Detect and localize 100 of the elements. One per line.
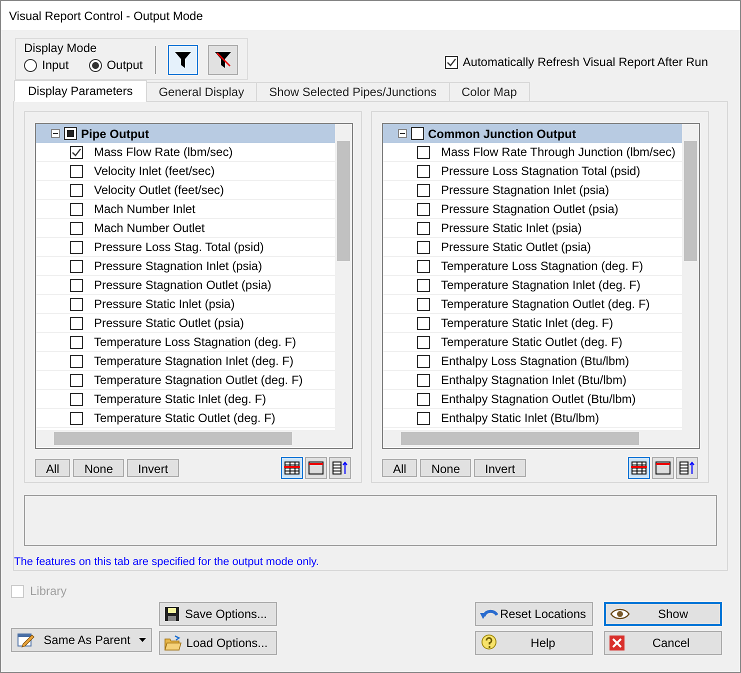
action-button[interactable]: All <box>35 459 70 477</box>
action-button[interactable]: All <box>382 459 418 477</box>
reset-locations-button[interactable]: Reset Locations <box>475 602 593 626</box>
undo-arrow-icon <box>480 607 498 621</box>
load-options-button[interactable]: Load Options... <box>159 631 277 655</box>
tab[interactable]: General Display <box>146 82 258 102</box>
checkbox[interactable] <box>417 392 430 406</box>
checkbox[interactable] <box>70 278 83 292</box>
checkbox[interactable] <box>417 202 430 216</box>
tree-item-label: Temperature Static Outlet (deg. F) <box>441 334 622 351</box>
action-button[interactable]: None <box>420 459 472 477</box>
table-header-icon <box>655 461 671 475</box>
radio-button[interactable] <box>24 58 37 72</box>
tab[interactable]: Color Map <box>448 82 530 102</box>
checkbox[interactable] <box>417 164 430 178</box>
toolbar-button[interactable] <box>676 457 698 479</box>
checkbox[interactable] <box>417 298 430 310</box>
checkbox[interactable] <box>444 56 458 68</box>
checkbox[interactable] <box>417 374 430 386</box>
tree-item-label: Temperature Static Outlet (deg. F) <box>94 410 276 427</box>
checkbox[interactable] <box>70 316 83 330</box>
checkbox-label: Library <box>30 583 67 600</box>
sort-up-icon <box>332 461 348 475</box>
tree-item-label: Pressure Static Outlet (psia) <box>94 315 244 332</box>
checkbox[interactable] <box>411 127 424 140</box>
vertical-scrollbar[interactable] <box>335 124 352 430</box>
show-button[interactable]: Show <box>604 602 722 626</box>
radio-label: Input <box>42 57 69 74</box>
radio-button[interactable] <box>88 58 102 72</box>
tree-item-label: Pressure Static Inlet (psia) <box>441 220 582 237</box>
checkbox[interactable] <box>70 412 83 424</box>
checkbox[interactable] <box>64 127 77 140</box>
collapse-icon[interactable] <box>398 129 407 138</box>
checkbox-label: Automatically Refresh Visual Report After Run <box>462 54 708 71</box>
checkbox[interactable] <box>417 184 430 196</box>
checkbox[interactable] <box>417 354 430 368</box>
checkbox[interactable] <box>417 222 430 234</box>
checkbox[interactable] <box>70 354 83 368</box>
checkbox[interactable] <box>417 240 430 254</box>
table-icon <box>631 461 647 475</box>
tree-item-label: Pressure Loss Stagnation Total (psid) <box>441 163 640 180</box>
help-button[interactable]: Help <box>475 631 593 655</box>
action-button[interactable]: Invert <box>474 459 526 477</box>
action-button[interactable]: None <box>73 459 124 477</box>
folder-icon <box>164 635 182 651</box>
checkbox[interactable] <box>417 278 430 292</box>
checkbox[interactable] <box>70 240 83 254</box>
checkbox[interactable] <box>70 392 83 406</box>
eye-icon <box>610 608 630 620</box>
radio-label: Output <box>106 57 143 74</box>
same-as-parent-dropdown[interactable]: Same As Parent <box>11 628 152 652</box>
tab[interactable]: Display Parameters <box>14 80 147 102</box>
checkbox[interactable] <box>417 146 430 158</box>
checkbox[interactable] <box>70 146 83 158</box>
tree-item-label: Temperature Stagnation Outlet (deg. F) <box>94 372 303 389</box>
tree-item-label: Temperature Loss Stagnation (deg. F) <box>94 334 296 351</box>
tree-item-label: Pressure Static Inlet (psia) <box>94 296 235 313</box>
checkbox[interactable] <box>70 164 83 178</box>
tree-item-label: Temperature Stagnation Inlet (deg. F) <box>94 353 294 370</box>
tree-item-label: Temperature Loss Stagnation (deg. F) <box>441 258 644 275</box>
horizontal-scrollbar[interactable] <box>383 430 699 447</box>
tree-item-label: Temperature Static Inlet (deg. F) <box>94 391 266 408</box>
tree-item-label: Pressure Static Outlet (psia) <box>441 239 592 256</box>
question-mark-icon <box>480 634 498 652</box>
horizontal-scrollbar[interactable] <box>36 430 352 447</box>
tree-item-label: Mass Flow Rate Through Junction (lbm/sec) <box>441 144 676 161</box>
toolbar-button[interactable] <box>628 457 650 479</box>
checkbox[interactable] <box>70 298 83 310</box>
checkbox[interactable] <box>70 260 83 272</box>
checkbox[interactable] <box>70 222 83 234</box>
checkbox[interactable] <box>70 184 83 196</box>
vertical-scrollbar[interactable] <box>682 124 699 430</box>
tree-item-label: Enthalpy Stagnation Inlet (Btu/lbm) <box>441 372 626 389</box>
checkbox[interactable] <box>70 336 83 348</box>
collapse-icon[interactable] <box>51 129 60 138</box>
clear-filter-button[interactable] <box>208 45 238 75</box>
cancel-button[interactable]: Cancel <box>604 631 722 655</box>
checkbox[interactable] <box>70 374 83 386</box>
tree-item-label: Temperature Stagnation Inlet (deg. F) <box>441 277 640 294</box>
save-options-button[interactable]: Save Options... <box>159 602 277 626</box>
tree-item-label: Temperature Static Inlet (deg. F) <box>441 315 614 332</box>
action-button[interactable]: Invert <box>127 459 180 477</box>
checkbox[interactable] <box>417 412 430 424</box>
checkbox[interactable] <box>417 336 430 348</box>
table-header-icon <box>308 461 324 475</box>
checkbox[interactable] <box>70 202 83 216</box>
filter-button[interactable] <box>168 45 198 75</box>
checkbox[interactable] <box>417 260 430 272</box>
toolbar-button[interactable] <box>281 457 303 479</box>
tree-item-label: Velocity Outlet (feet/sec) <box>94 182 224 199</box>
tree-item-label: Velocity Inlet (feet/sec) <box>94 163 215 180</box>
toolbar-button[interactable] <box>305 457 327 479</box>
tree-header-label: Pipe Output <box>81 126 149 142</box>
toolbar-button[interactable] <box>329 457 351 479</box>
checkbox[interactable] <box>417 316 430 330</box>
tree-item-label: Mach Number Inlet <box>94 201 196 218</box>
tree-header-label: Common Junction Output <box>428 126 576 142</box>
toolbar-button[interactable] <box>652 457 674 479</box>
tree-item-label: Pressure Stagnation Outlet (psia) <box>94 277 272 294</box>
close-icon <box>609 635 625 651</box>
